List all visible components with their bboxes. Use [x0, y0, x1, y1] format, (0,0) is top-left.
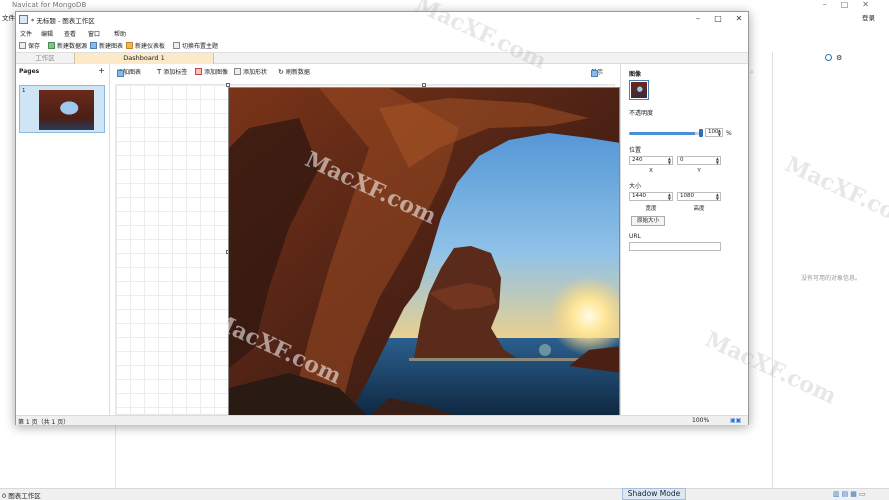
display-icon — [591, 70, 598, 77]
add-chart-icon — [117, 70, 124, 77]
add-label-button[interactable]: T 添加标签 — [157, 67, 187, 77]
position-y-input[interactable]: 0 ▲ ▼ — [677, 156, 721, 165]
opacity-slider-track[interactable] — [629, 132, 701, 135]
image-preview-thumbnail — [631, 82, 647, 98]
background-status-text: 0 图表工作区 — [2, 492, 41, 500]
new-chart-button[interactable]: 新建图表 — [90, 41, 123, 50]
position-x-input[interactable]: 240 ▲ ▼ — [629, 156, 673, 165]
background-window-controls[interactable]: –□✕ — [823, 0, 883, 9]
window-titlebar: * 无标题 - 图表工作区 – □ ✕ — [16, 12, 748, 27]
tab-bar: 工作区 Dashboard 1 — [16, 52, 748, 64]
refresh-data-button[interactable]: ↻ 刷新数据 — [278, 67, 310, 77]
no-object-info-text: 没有可用的对象信息。 — [801, 275, 862, 282]
height-caption: 高度 — [693, 206, 705, 212]
view-mode-icons[interactable]: ▥▤▦▭ — [833, 490, 867, 498]
minimize-icon[interactable]: – — [692, 14, 704, 23]
menu-view[interactable]: 查看 — [64, 29, 76, 38]
background-app-title: Navicat for MongoDB — [12, 1, 87, 9]
theme-icon — [173, 42, 180, 49]
opacity-spinner[interactable]: ▲ ▼ — [718, 129, 721, 137]
add-shape-button[interactable]: 添加形状 — [234, 67, 267, 76]
close-icon[interactable]: ✕ — [733, 14, 745, 23]
chart-icon — [90, 42, 97, 49]
add-chart-button[interactable]: 添加图表 — [117, 67, 141, 77]
menu-edit[interactable]: 编辑 — [41, 29, 53, 38]
add-page-button[interactable]: + — [98, 66, 105, 75]
page-thumbnail[interactable]: 1 — [19, 85, 105, 133]
window-menubar: 文件 编辑 查看 窗口 帮助 — [16, 27, 748, 39]
tab-workspace[interactable]: 工作区 — [16, 53, 74, 64]
pages-panel: Pages + 1 — [16, 64, 110, 416]
position-x-spinner[interactable]: ▲ ▼ — [668, 157, 671, 165]
switch-theme-button[interactable]: 切换布置主题 — [173, 41, 218, 50]
opacity-label: 不透明度 — [629, 110, 654, 117]
tab-dashboard-1[interactable]: Dashboard 1 — [74, 53, 214, 64]
image-section-title: 图像 — [629, 71, 642, 78]
info-icon[interactable] — [825, 54, 832, 61]
position-x-caption: X — [649, 168, 653, 174]
opacity-input[interactable]: 100 ▲ ▼ — [705, 128, 723, 137]
new-dashboard-button[interactable]: 新建仪表板 — [126, 41, 165, 50]
login-button[interactable]: 登录 — [862, 12, 875, 22]
main-toolbar: 保存 新建数据源 新建图表 新建仪表板 切换布置主题 — [16, 39, 748, 52]
width-caption: 宽度 — [645, 206, 657, 212]
size-label: 大小 — [629, 183, 642, 190]
position-y-spinner[interactable]: ▲ ▼ — [716, 157, 719, 165]
datasource-icon — [48, 42, 55, 49]
text-icon: T — [157, 67, 162, 76]
url-input[interactable] — [629, 242, 721, 251]
maximize-icon[interactable]: □ — [712, 14, 724, 23]
height-spinner[interactable]: ▲ ▼ — [716, 193, 719, 201]
background-menu-file[interactable]: 文件 — [2, 12, 15, 22]
opacity-unit: % — [726, 130, 732, 137]
background-app-titlebar: Navicat for MongoDB –□✕ — [0, 0, 889, 11]
background-search-icon[interactable]: ⌕ — [750, 68, 754, 77]
dashboard-icon — [126, 42, 133, 49]
canvas-toolbar: 添加图表 T添加标签 添加图像 添加形状 ↻刷新数据 显示 — [111, 64, 619, 77]
width-input[interactable]: 1440 ▲ ▼ — [629, 192, 673, 201]
shape-icon — [234, 68, 241, 75]
add-image-button[interactable]: 添加图像 — [195, 67, 228, 76]
new-datasource-button[interactable]: 新建数据源 — [48, 41, 87, 50]
image-icon — [195, 68, 202, 75]
menu-help[interactable]: 帮助 — [114, 29, 126, 38]
window-statusbar: 第 1 页（共 1 页） 100% ▣▣ — [16, 415, 748, 426]
height-input[interactable]: 1080 ▲ ▼ — [677, 192, 721, 201]
sea-cave-image[interactable] — [228, 87, 620, 416]
save-icon — [19, 42, 26, 49]
fit-view-icon[interactable]: ▣▣ — [730, 417, 741, 424]
zoom-level: 100% — [692, 417, 710, 424]
pages-header: Pages — [19, 68, 40, 75]
display-button[interactable]: 显示 — [591, 67, 603, 77]
settings-icon[interactable]: ⚙ — [836, 54, 842, 62]
position-y-caption: Y — [697, 168, 701, 174]
opacity-slider-handle[interactable] — [699, 129, 703, 137]
dashboard-canvas-area: 添加图表 T添加标签 添加图像 添加形状 ↻刷新数据 显示 — [111, 64, 620, 416]
page-number: 1 — [22, 88, 26, 94]
page-info: 第 1 页（共 1 页） — [18, 419, 70, 426]
window-title: * 无标题 - 图表工作区 — [31, 17, 95, 25]
width-spinner[interactable]: ▲ ▼ — [668, 193, 671, 201]
refresh-icon: ↻ — [278, 67, 284, 76]
menu-window[interactable]: 窗口 — [88, 29, 100, 38]
position-label: 位置 — [629, 147, 642, 154]
menu-file[interactable]: 文件 — [20, 29, 32, 38]
image-preview[interactable] — [629, 80, 649, 100]
background-info-panel: ⚙ 没有可用的对象信息。 — [772, 52, 889, 488]
url-label: URL — [629, 233, 641, 240]
chart-workspace-window: * 无标题 - 图表工作区 – □ ✕ 文件 编辑 查看 窗口 帮助 保存 新建… — [15, 11, 749, 426]
page-thumbnail-image — [39, 90, 94, 130]
properties-panel: 图像 不透明度 100 ▲ ▼ % 位置 240 ▲ ▼ 0 ▲ ▼ X Y 大小 1440… — [620, 64, 748, 416]
save-button[interactable]: 保存 — [19, 41, 40, 50]
background-statusbar: 0 图表工作区 ▥▤▦▭ — [0, 488, 889, 500]
app-icon — [19, 15, 28, 24]
original-size-button[interactable]: 原始大小 — [631, 216, 665, 226]
shadow-mode-button[interactable]: Shadow Mode — [622, 488, 686, 500]
sea-cave-illustration — [229, 88, 619, 415]
